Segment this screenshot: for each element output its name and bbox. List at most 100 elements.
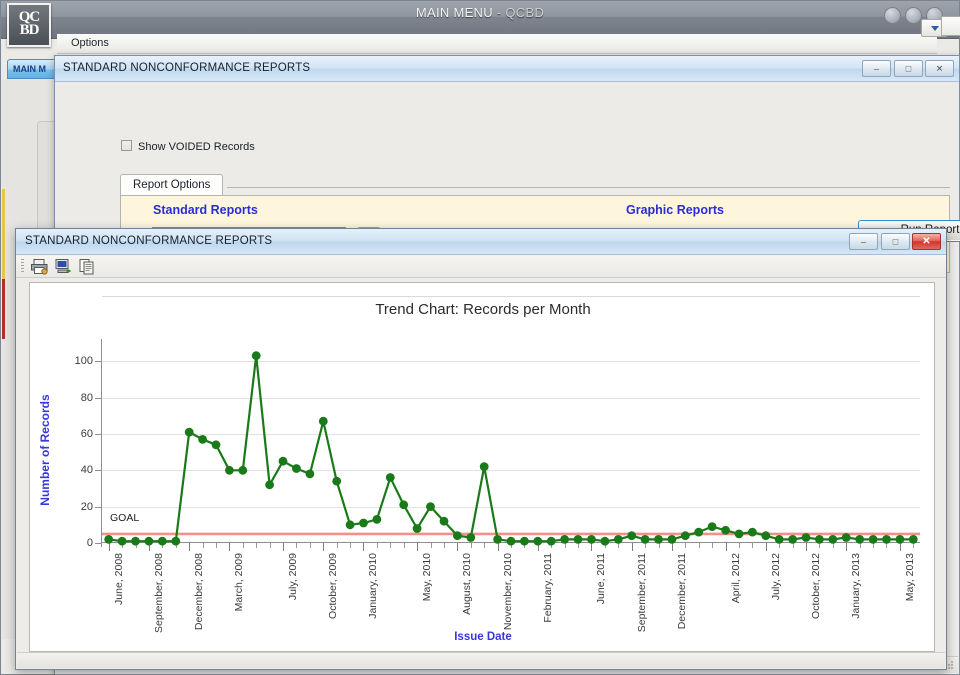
x-tick-label: May, 2013: [903, 553, 916, 602]
x-tick-mark-major: [899, 543, 901, 551]
x-tick-mark: [202, 543, 204, 548]
data-point: [882, 535, 891, 544]
data-point: [238, 465, 248, 475]
standard-reports-group-title: Standard Reports: [153, 203, 258, 217]
data-point: [815, 535, 824, 544]
x-tick-mark: [242, 543, 244, 548]
close-button[interactable]: ✕: [912, 233, 941, 250]
data-point: [453, 531, 462, 541]
x-tick-mark: [336, 543, 338, 548]
chart-window-titlebar[interactable]: STANDARD NONCONFORMANCE REPORTS – □ ✕: [16, 229, 946, 255]
x-tick-label: March, 2009: [233, 553, 246, 612]
data-point: [493, 535, 502, 544]
minimize-button[interactable]: –: [862, 60, 891, 77]
chevron-down-icon[interactable]: [931, 26, 939, 31]
main-window-title: MAIN MENU - QCBD: [1, 5, 959, 20]
data-point: [225, 465, 234, 475]
x-tick-mark-major: [108, 543, 110, 551]
x-tick-label: January, 2010: [367, 553, 380, 619]
toolbar-grip-icon[interactable]: [21, 259, 24, 274]
data-point: [841, 533, 851, 542]
maximize-button[interactable]: □: [894, 60, 923, 77]
data-point: [104, 535, 114, 544]
x-tick-mark: [215, 543, 217, 548]
graphic-reports-group-title: Graphic Reports: [626, 203, 724, 217]
y-tick-mark: [95, 397, 101, 399]
y-tick-label: 100: [74, 355, 93, 368]
x-tick-label: April, 2012: [729, 553, 742, 604]
data-point: [560, 535, 569, 544]
x-tick-label: June, 2011: [595, 553, 608, 605]
x-tick-label: September, 2008: [152, 553, 165, 633]
close-icon: ✕: [922, 235, 931, 247]
close-button[interactable]: ✕: [925, 60, 954, 77]
y-tick-label: 20: [80, 500, 93, 513]
data-point: [265, 480, 274, 490]
data-point: [171, 536, 181, 546]
maximize-round-icon[interactable]: [905, 7, 922, 24]
data-point: [359, 518, 368, 528]
y-tick-mark: [95, 361, 101, 363]
x-tick-mark-major: [497, 543, 499, 551]
data-point: [399, 500, 409, 510]
x-tick-mark: [484, 543, 486, 548]
show-voided-records-label: Show VOIDED Records: [138, 141, 255, 153]
data-point: [801, 533, 811, 542]
report-options-tabstrip: Report Options: [120, 174, 950, 196]
x-tick-mark-major: [189, 543, 191, 551]
x-tick-mark: [443, 543, 445, 548]
x-tick-mark: [430, 543, 432, 548]
data-point: [506, 536, 516, 546]
x-tick-mark-major: [631, 543, 633, 551]
copy-icon-button[interactable]: [78, 258, 97, 275]
snr-dialog-title: STANDARD NONCONFORMANCE REPORTS: [63, 62, 311, 74]
x-tick-mark-major: [283, 543, 285, 551]
maximize-button[interactable]: □: [881, 233, 910, 250]
y-tick-mark: [95, 433, 101, 435]
x-tick-mark-major: [765, 543, 767, 551]
menu-item-options[interactable]: Options: [71, 37, 109, 49]
data-point: [667, 535, 677, 544]
data-point: [707, 522, 717, 531]
tab-report-options[interactable]: Report Options: [120, 174, 224, 196]
minimize-round-icon[interactable]: [884, 7, 901, 24]
data-point: [278, 456, 288, 466]
maximize-icon: □: [892, 236, 899, 246]
x-tick-label: January, 2013: [850, 553, 863, 619]
x-tick-mark: [685, 543, 687, 548]
data-point: [908, 535, 918, 544]
data-point: [680, 531, 690, 541]
data-point: [895, 535, 905, 544]
x-tick-mark: [376, 543, 378, 548]
plot-area: 0 20 40 60 80 100 June, 2008 September, 2008 De…: [75, 296, 920, 633]
x-tick-label: July, 2009: [287, 553, 300, 601]
snr-dialog-titlebar[interactable]: STANDARD NONCONFORMANCE REPORTS – □ ✕: [55, 56, 959, 82]
x-tick-mark: [712, 543, 714, 548]
page-setup-icon-button[interactable]: [54, 258, 73, 275]
data-point: [546, 536, 556, 546]
checkbox-box-icon: [121, 140, 132, 151]
maximize-icon: □: [905, 63, 912, 73]
toolbar-square-button[interactable]: [941, 16, 960, 36]
x-tick-mark: [309, 543, 311, 548]
data-point: [385, 473, 395, 482]
x-tick-label: December, 2008: [193, 553, 206, 631]
data-point: [292, 464, 301, 473]
page-setup-icon: [55, 259, 71, 273]
data-point: [372, 515, 382, 524]
print-icon-button[interactable]: [30, 258, 49, 275]
left-edge-accent-yellow: [2, 189, 5, 279]
left-edge-accent-red: [2, 279, 5, 339]
x-tick-mark: [403, 543, 405, 548]
y-tick-mark: [95, 470, 101, 472]
show-voided-records-checkbox[interactable]: Show VOIDED Records: [121, 140, 255, 153]
x-tick-label: February, 2011: [541, 553, 554, 623]
data-point: [868, 535, 878, 544]
data-point: [855, 535, 865, 544]
y-tick-label: 80: [80, 391, 93, 404]
x-tick-label: June, 2008: [112, 553, 125, 605]
chart-report-window: STANDARD NONCONFORMANCE REPORTS – □ ✕ Tr…: [15, 228, 947, 670]
x-tick-label: July, 2012: [769, 553, 782, 601]
data-point: [184, 427, 194, 437]
minimize-button[interactable]: –: [849, 233, 878, 250]
